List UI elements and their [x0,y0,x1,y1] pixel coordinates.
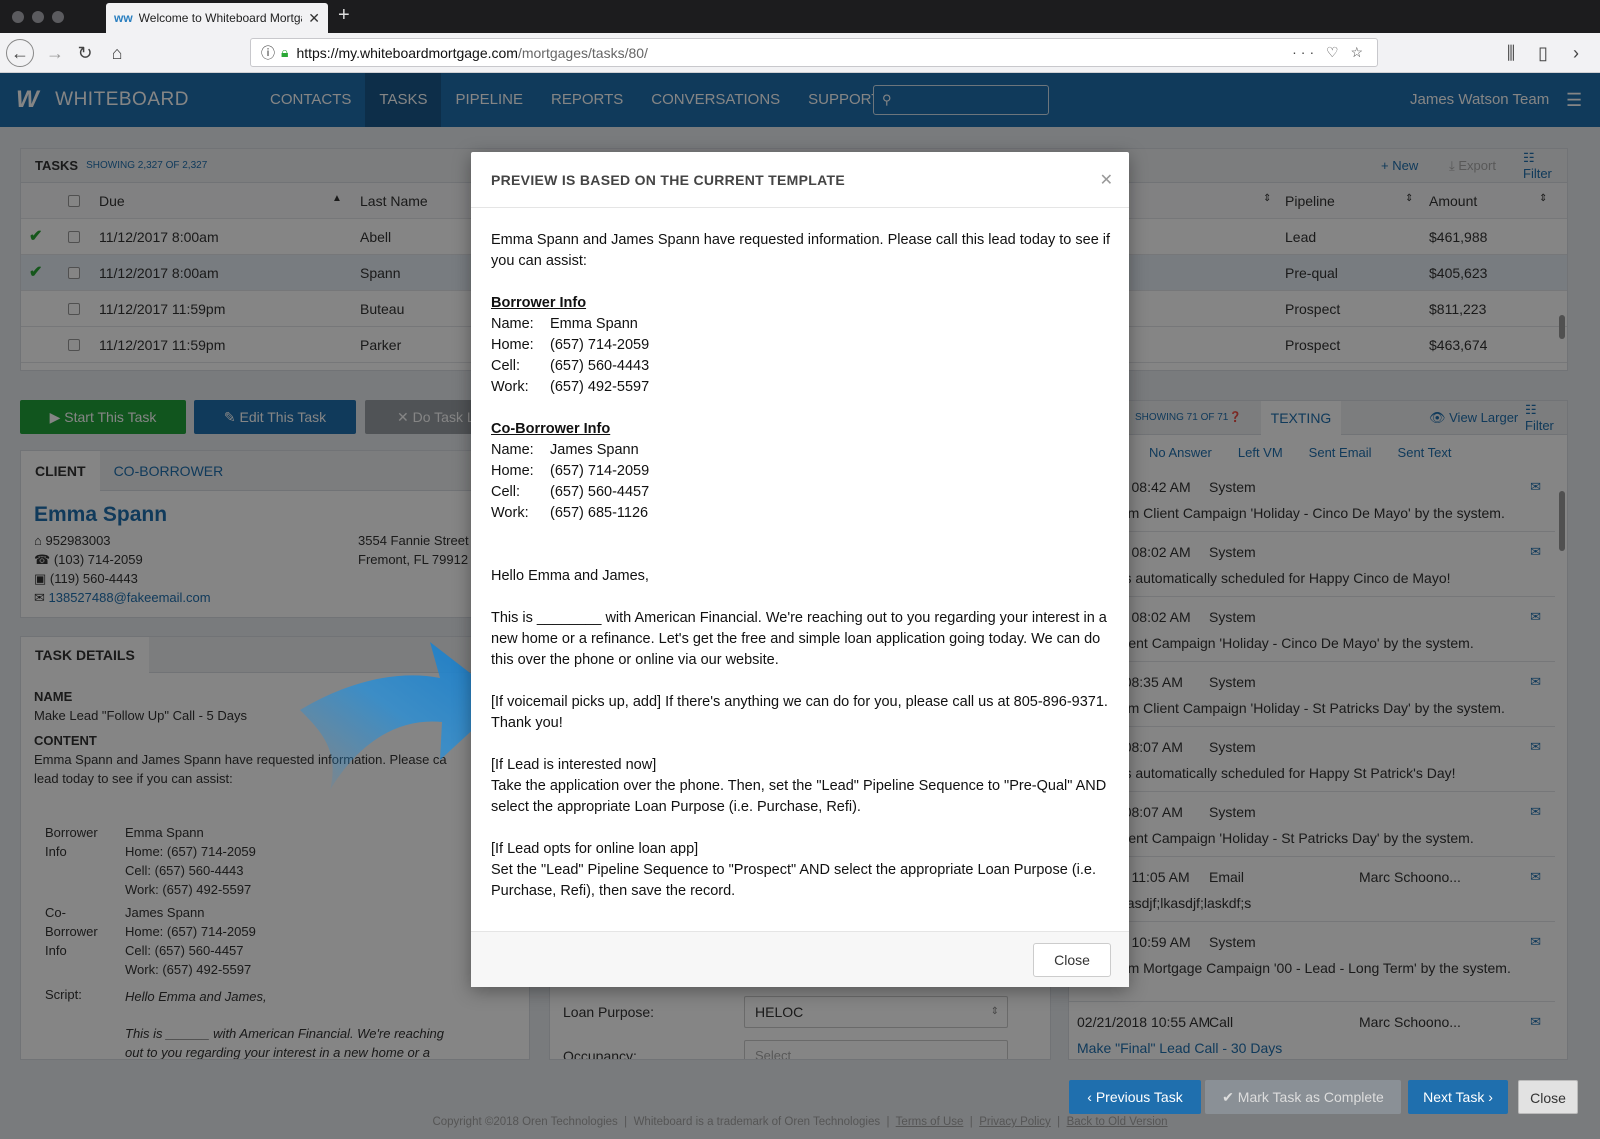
modal-para: Set the "Lead" Pipeline Sequence to "Pro… [491,862,1096,899]
kv-key: Cell: [491,358,521,374]
borrower-row: Work: (657) 492-5597 [491,377,1111,398]
mark-complete-label: Mark Task as Complete [1237,1089,1384,1105]
borrower-info-header: Borrower Info [491,295,587,311]
trademark: Whiteboard is a trademark of Oren Techno… [633,1116,881,1128]
browser-navbar: ← → ↻ ⌂ ⓘ 🔒︎ https://my.whiteboardmortga… [0,33,1600,73]
zoom-window-dot[interactable] [52,11,64,23]
kv-value: (657) 714-2059 [550,337,650,353]
footer: Copyright ©2018 Oren Technologies | Whit… [432,1116,1168,1128]
next-task-button[interactable]: Next Task › [1408,1080,1508,1114]
terms-link[interactable]: Terms of Use [896,1116,964,1128]
overflow-icon[interactable]: › [1566,40,1586,66]
browser-tab[interactable]: ᴡᴡ Welcome to Whiteboard Mortga ✕ [106,3,328,33]
url-path: /mortgages/tasks/80/ [517,44,648,61]
modal-para: [If voicemail picks up, add] If there's … [491,694,1108,731]
previous-task-label: Previous Task [1095,1089,1183,1105]
modal-greeting: Hello Emma and James, [491,568,649,584]
lock-icon: 🔒︎ [281,44,289,60]
kv-value: James Spann [550,442,639,458]
kv-key: Cell: [491,484,521,500]
kv-value: Emma Spann [550,316,638,332]
borrower-row: Name: Emma Spann [491,314,1111,335]
coborrower-info-header: Co-Borrower Info [491,421,611,437]
modal-footer: Close [471,931,1129,987]
whiteboard-favicon-icon: ᴡᴡ [114,11,133,25]
sidebar-icon[interactable]: ▯ [1530,40,1556,66]
modal-intro: Emma Spann and James Spann have requeste… [491,232,1111,269]
kv-value: (657) 560-4443 [550,358,650,374]
close-button[interactable]: Close [1518,1080,1578,1114]
modal-para: [If Lead is interested now] [491,757,657,773]
borrower-row: Home: (657) 714-2059 [491,335,1111,356]
library-icon[interactable]: ⫼ [1498,40,1524,66]
modal-para: [If Lead opts for online loan app] [491,841,699,857]
kv-value: (657) 492-5597 [550,379,650,395]
kv-key: Work: [491,505,529,521]
preview-modal: PREVIEW IS BASED ON THE CURRENT TEMPLATE… [471,152,1129,987]
tab-close-icon[interactable]: ✕ [308,10,320,27]
modal-para: Take the application over the phone. The… [491,778,1107,815]
kv-key: Home: [491,463,534,479]
kv-key: Name: [491,316,534,332]
copyright: Copyright ©2018 Oren Technologies [432,1116,618,1128]
coborrower-row: Home: (657) 714-2059 [491,461,1111,482]
coborrower-row: Name: James Spann [491,440,1111,461]
coborrower-row: Work: (657) 685-1126 [491,503,1111,524]
modal-close-button[interactable]: Close [1033,943,1111,977]
kv-value: (657) 685-1126 [550,505,649,521]
url-bar[interactable]: ⓘ 🔒︎ https://my.whiteboardmortgage.com /… [250,38,1378,67]
tab-title: Welcome to Whiteboard Mortga [138,11,303,25]
kv-value: (657) 714-2059 [550,463,650,479]
url-domain: https://my.whiteboardmortgage.com [296,44,518,61]
old-version-link[interactable]: Back to Old Version [1067,1116,1168,1128]
privacy-link[interactable]: Privacy Policy [979,1116,1051,1128]
modal-close-icon[interactable]: ✕ [1100,170,1113,190]
borrower-row: Cell: (657) 560-4443 [491,356,1111,377]
modal-body: Emma Spann and James Spann have requeste… [491,230,1111,902]
info-icon[interactable]: ⓘ [261,43,275,63]
page-actions-icon[interactable]: ··· ♡ ☆ [1292,44,1367,61]
minimize-window-dot[interactable] [32,11,44,23]
coborrower-row: Cell: (657) 560-4457 [491,482,1111,503]
modal-title: PREVIEW IS BASED ON THE CURRENT TEMPLATE [471,152,1129,208]
next-task-label: Next Task [1423,1089,1485,1105]
kv-key: Work: [491,379,529,395]
forward-icon[interactable]: → [42,40,68,66]
kv-value: (657) 560-4457 [550,484,650,500]
modal-para: This is ________ with American Financial… [491,610,1107,668]
close-window-dot[interactable] [12,11,24,23]
kv-key: Home: [491,337,534,353]
reload-icon[interactable]: ↻ [72,40,98,66]
mark-complete-button[interactable]: ✔ Mark Task as Complete [1205,1080,1401,1114]
browser-titlebar: ᴡᴡ Welcome to Whiteboard Mortga ✕ + [0,0,1600,33]
kv-key: Name: [491,442,534,458]
home-icon[interactable]: ⌂ [104,40,130,66]
new-tab-icon[interactable]: + [338,4,350,27]
previous-task-button[interactable]: ‹ Previous Task [1069,1080,1201,1114]
back-icon[interactable]: ← [6,39,34,67]
